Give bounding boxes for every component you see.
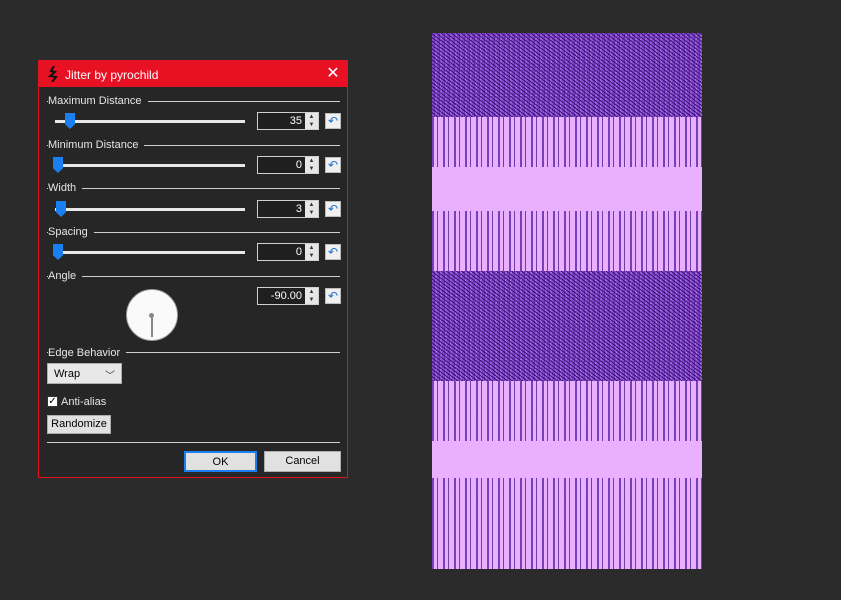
angle-label: Angle <box>48 270 83 282</box>
noise-drips <box>432 478 702 569</box>
min-distance-reset-icon[interactable]: ↶ <box>325 157 341 173</box>
min-distance-slider[interactable] <box>55 164 245 167</box>
spacing-input[interactable]: 0 ▲ ▼ <box>257 243 319 261</box>
min-distance-slider-thumb[interactable] <box>53 157 63 173</box>
angle-spin-arrows[interactable]: ▲ ▼ <box>305 288 318 304</box>
noise-drips <box>432 381 702 441</box>
max-distance-input[interactable]: 35 ▲ ▼ <box>257 112 319 130</box>
angle-reset-icon[interactable]: ↶ <box>325 288 341 304</box>
section-divider <box>47 276 340 277</box>
angle-hub <box>149 313 154 318</box>
spacing-value: 0 <box>295 246 302 258</box>
noise-band <box>432 33 702 117</box>
min-distance-label: Minimum Distance <box>48 139 145 151</box>
edge-behavior-label: Edge Behavior <box>48 347 127 359</box>
max-distance-label: Maximum Distance <box>48 95 148 107</box>
noise-band <box>432 271 702 381</box>
jitter-dialog: Jitter by pyrochild ✕ Maximum Distance 3… <box>38 60 348 478</box>
edge-behavior-value: Wrap <box>54 368 81 380</box>
width-label: Width <box>48 182 83 194</box>
dialog-title: Jitter by pyrochild <box>65 68 159 82</box>
spacing-reset-icon[interactable]: ↶ <box>325 244 341 260</box>
width-spin-arrows[interactable]: ▲ ▼ <box>305 201 318 217</box>
min-distance-input[interactable]: 0 ▲ ▼ <box>257 156 319 174</box>
spacing-slider[interactable] <box>55 251 245 254</box>
chevron-down-icon: ﹀ <box>105 371 115 382</box>
randomize-button[interactable]: Randomize <box>47 415 111 434</box>
max-distance-slider-thumb[interactable] <box>65 113 75 129</box>
antialias-label[interactable]: Anti-alias <box>61 396 106 408</box>
width-slider[interactable] <box>55 208 245 211</box>
max-distance-value: 35 <box>289 115 302 127</box>
spacing-slider-thumb[interactable] <box>53 244 63 260</box>
spacing-spin-arrows[interactable]: ▲ ▼ <box>305 244 318 260</box>
angle-dial[interactable] <box>126 289 178 341</box>
angle-value: -90.00 <box>270 290 302 302</box>
max-distance-slider[interactable] <box>55 120 245 123</box>
image-canvas[interactable] <box>432 33 702 569</box>
min-distance-value: 0 <box>295 159 302 171</box>
width-reset-icon[interactable]: ↶ <box>325 201 341 217</box>
max-distance-reset-icon[interactable]: ↶ <box>325 113 341 129</box>
noise-drips <box>432 211 702 271</box>
noise-drips <box>432 117 702 167</box>
angle-input[interactable]: -90.00 ▲ ▼ <box>257 287 319 305</box>
cancel-button[interactable]: Cancel <box>264 451 341 472</box>
antialias-checkbox[interactable]: ✓ <box>47 396 58 407</box>
pyrochild-app-icon <box>48 66 58 82</box>
max-distance-spin-arrows[interactable]: ▲ ▼ <box>305 113 318 129</box>
width-value: 3 <box>295 203 302 215</box>
width-slider-thumb[interactable] <box>56 201 66 217</box>
close-icon[interactable]: ✕ <box>319 61 347 87</box>
width-input[interactable]: 3 ▲ ▼ <box>257 200 319 218</box>
edge-behavior-select[interactable]: Wrap ﹀ <box>47 363 122 384</box>
section-divider <box>47 188 340 189</box>
footer-divider <box>47 442 340 443</box>
spacing-label: Spacing <box>48 226 94 238</box>
min-distance-spin-arrows[interactable]: ▲ ▼ <box>305 157 318 173</box>
dialog-titlebar[interactable]: Jitter by pyrochild ✕ <box>39 61 347 87</box>
ok-button[interactable]: OK <box>184 451 257 472</box>
angle-needle <box>151 315 153 337</box>
